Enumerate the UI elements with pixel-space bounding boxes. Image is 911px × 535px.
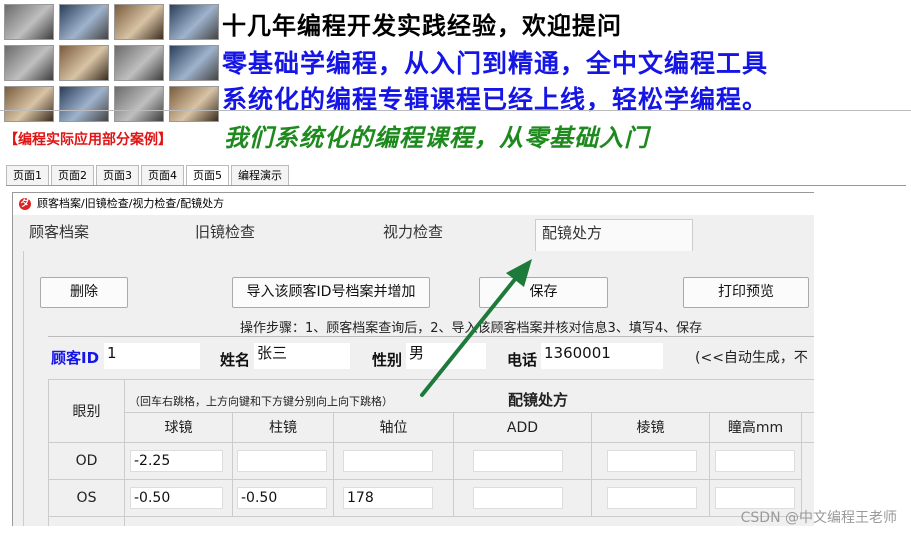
case-thumbnail [59,4,109,40]
os-axis-input[interactable]: 178 [343,487,433,509]
app-logo-icon: ダ [19,198,31,210]
tab-vision-check[interactable]: 视力检查 [383,219,533,251]
column-header-cylinder: 柱镜 [233,413,334,443]
os-add-input[interactable] [473,487,563,509]
window-title: 顾客档案/旧镜检查/视力检查/配镜处方 [37,197,225,210]
os-pupil-height-input[interactable] [715,487,795,509]
page-tab-1[interactable]: 页面1 [6,165,49,185]
delete-button[interactable]: 删除 [40,277,128,308]
case-thumbnail [59,45,109,81]
customer-id-label: 顾客ID [51,349,100,367]
od-cylinder-input[interactable] [237,450,327,472]
annotation-arrow [420,259,532,397]
auto-generate-note: (<<自动生成，不 [695,350,808,366]
case-thumbnail-grid [4,4,219,124]
page-tab-4[interactable]: 页面4 [141,165,184,185]
column-header-add: ADD [454,413,592,443]
watermark: CSDN @中文编程王老师 [740,510,897,526]
case-thumbnail [114,45,164,81]
page-tab-demo[interactable]: 编程演示 [231,165,289,185]
case-thumbnail [169,45,219,81]
page-tab-3[interactable]: 页面3 [96,165,139,185]
case-section-label: 【编程实际应用部分案例】 [4,132,172,148]
os-sphere-input[interactable]: -0.50 [130,487,223,509]
annotation-arrow-shaft [420,271,522,397]
course-slogan: 我们系统化的编程课程，从零基础入门 [224,124,649,152]
od-sphere-input[interactable]: -2.25 [130,450,223,472]
navigation-hint: （回车右跳格，上方向键和下方键分别向上向下跳格） [129,395,393,408]
tab-customer-file[interactable]: 顾客档案 [27,219,177,251]
row-label-od: OD [48,443,125,480]
module-tab-bar: 顾客档案 旧镜检查 视力检查 配镜处方 [13,219,814,251]
row-label-os: OS [48,480,125,517]
case-thumbnail [114,4,164,40]
name-label: 姓名 [220,351,251,369]
banner-headline: 十几年编程开发实践经验，欢迎提问 [222,12,622,40]
customer-id-field[interactable]: 1 [104,343,200,369]
page-tab-5[interactable]: 页面5 [186,165,229,185]
banner-subline-1: 零基础学编程，从入门到精通，全中文编程工具 [222,49,769,78]
case-thumbnail [169,86,219,122]
tab-prescription[interactable]: 配镜处方 [535,219,693,251]
case-thumbnail [114,86,164,122]
od-add-input[interactable] [473,450,563,472]
od-pupil-height-input[interactable] [715,450,795,472]
os-prism-input[interactable] [607,487,697,509]
column-header-overflow [802,413,814,443]
od-prism-input[interactable] [607,450,697,472]
case-thumbnail [4,86,54,122]
banner-divider [0,110,911,111]
phone-field[interactable]: 1360001 [541,343,663,369]
case-thumbnail [4,4,54,40]
name-field[interactable]: 张三 [254,343,350,369]
os-cylinder-input[interactable]: -0.50 [237,487,327,509]
case-thumbnail [59,86,109,122]
od-axis-input[interactable] [343,450,433,472]
column-header-axis: 轴位 [334,413,454,443]
column-header-prism: 棱镜 [592,413,710,443]
gender-label: 性别 [372,351,403,369]
tab-old-lens-check[interactable]: 旧镜检查 [195,219,365,251]
row-label-filler [48,517,125,526]
print-preview-button[interactable]: 打印预览 [683,277,809,308]
column-header-sphere: 球镜 [125,413,233,443]
case-thumbnail [4,45,54,81]
page-tab-2[interactable]: 页面2 [51,165,94,185]
eye-column-header: 眼别 [48,379,125,443]
case-thumbnail [169,4,219,40]
column-header-pupil-height: 瞳高mm [710,413,802,443]
window-title-bar: ダ 顾客档案/旧镜检查/视力检查/配镜处方 [13,193,814,215]
page-tab-bar: 页面1 页面2 页面3 页面4 页面5 编程演示 [6,165,906,186]
